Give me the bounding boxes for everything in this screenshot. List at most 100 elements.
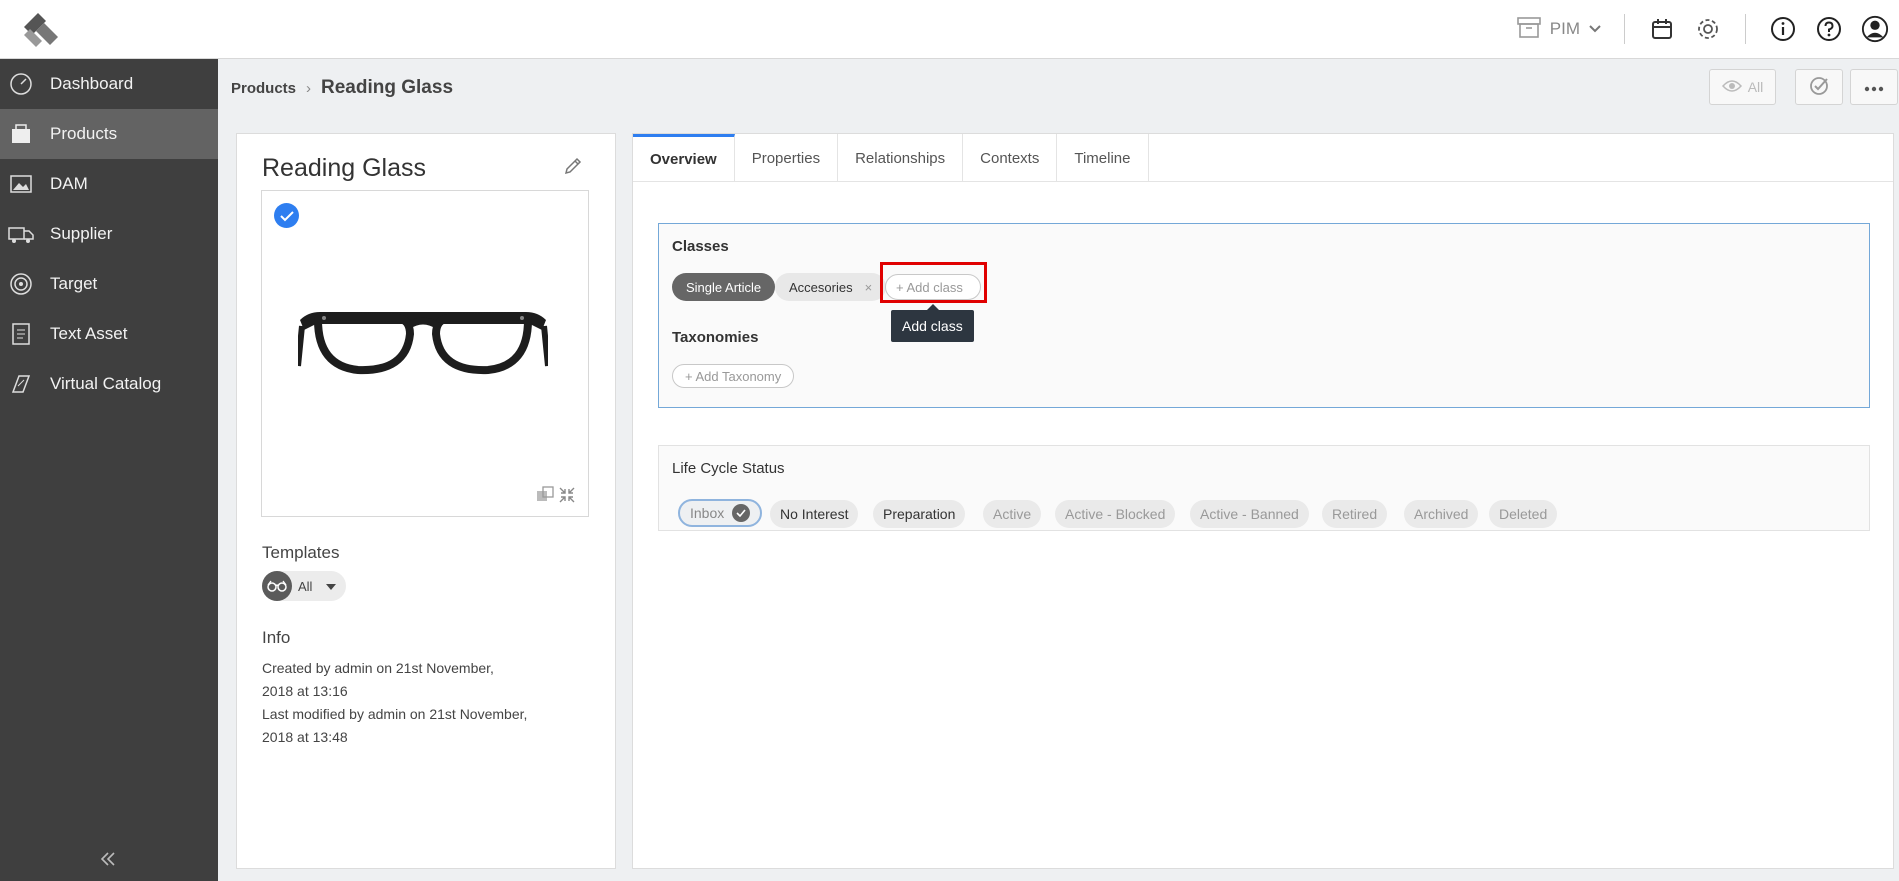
view-filter-label: All (1747, 79, 1764, 95)
product-detail-panel: Overview Properties Relationships Contex… (632, 133, 1894, 869)
lifecycle-status-active[interactable]: Active (983, 500, 1042, 528)
sidebar-item-label: Supplier (50, 224, 113, 243)
lifecycle-status-deleted[interactable]: Deleted (1489, 500, 1558, 528)
lifecycle-status-inbox[interactable]: Inbox (678, 499, 763, 527)
modified-at-line: 2018 at 13:48 (262, 726, 582, 749)
view-filter-button[interactable]: All (1709, 69, 1776, 105)
lifecycle-section: Life Cycle Status Inbox No Interest Prep… (658, 445, 1870, 531)
lifecycle-status-retired[interactable]: Retired (1322, 500, 1388, 528)
info-date: 2018 (262, 729, 294, 745)
app-switcher-label: PIM (1549, 19, 1580, 38)
info-text: on (405, 706, 430, 722)
lifecycle-status-archived[interactable]: Archived (1404, 500, 1479, 528)
tab-bar: Overview Properties Relationships Contex… (633, 134, 1893, 182)
class-chip-label: Accesories (789, 279, 853, 295)
remove-class-icon[interactable]: × (865, 280, 873, 295)
sidebar-item-label: Products (50, 124, 118, 143)
sidebar: Dashboard Products DAM Supplier Target T… (0, 59, 218, 881)
tab-timeline[interactable]: Timeline (1057, 134, 1149, 182)
catalog-icon (8, 371, 34, 397)
sidebar-item-products[interactable]: Products (0, 109, 218, 159)
more-options-button[interactable] (1850, 69, 1898, 105)
lifecycle-status-active-blocked[interactable]: Active - Blocked (1055, 500, 1176, 528)
add-class-highlight (880, 262, 987, 303)
calendar-icon[interactable] (1648, 15, 1676, 43)
collapse-arrows-icon[interactable] (558, 486, 576, 504)
collapse-sidebar-icon[interactable] (94, 845, 122, 873)
user-avatar-icon[interactable] (1861, 15, 1889, 43)
sidebar-item-label: Target (50, 274, 98, 293)
toolbar-divider (1624, 14, 1625, 44)
pencil-edit-icon[interactable] (563, 156, 585, 178)
templates-heading: Templates (262, 543, 340, 562)
app-switcher[interactable]: PIM (1516, 15, 1624, 44)
help-icon[interactable] (1815, 15, 1843, 43)
lifecycle-heading: Life Cycle Status (672, 460, 785, 477)
archive-icon (1516, 15, 1542, 44)
sidebar-item-target[interactable]: Target (0, 259, 218, 309)
lifecycle-status-no-interest[interactable]: No Interest (770, 500, 859, 528)
top-bar: PIM (0, 0, 1899, 59)
info-date: 21st November, (395, 660, 494, 676)
ellipsis-icon (1864, 79, 1884, 95)
breadcrumb: Products › Reading Glass (231, 77, 453, 99)
info-user: admin (367, 706, 406, 722)
check-approve-button[interactable] (1795, 69, 1843, 105)
lifecycle-status-active-banned[interactable]: Active - Banned (1190, 500, 1309, 528)
breadcrumb-separator: › (306, 79, 312, 97)
add-taxonomy-button[interactable]: + Add Taxonomy (672, 364, 795, 388)
tab-contexts[interactable]: Contexts (963, 134, 1058, 182)
template-value: All (298, 578, 313, 594)
caret-down-icon (326, 577, 337, 595)
sidebar-item-supplier[interactable]: Supplier (0, 209, 218, 259)
info-date: 21st November, (429, 706, 528, 722)
class-chip-single-article[interactable]: Single Article (672, 273, 776, 301)
eye-icon (1721, 79, 1742, 96)
info-user: admin (334, 660, 373, 676)
truck-icon (8, 221, 34, 247)
tab-overview[interactable]: Overview (633, 134, 735, 182)
check-circle-icon (732, 504, 751, 522)
sidebar-item-label: Virtual Catalog (50, 374, 162, 393)
tab-relationships[interactable]: Relationships (838, 134, 964, 182)
gear-icon[interactable] (1694, 15, 1722, 43)
app-logo[interactable] (16, 9, 66, 49)
info-icon[interactable] (1769, 15, 1797, 43)
chevron-down-icon (1588, 19, 1602, 39)
document-icon (8, 321, 34, 347)
sidebar-item-virtual-catalog[interactable]: Virtual Catalog (0, 359, 218, 409)
created-by-line: Created by admin on 21st November, (262, 657, 582, 680)
class-chip-accesories[interactable]: Accesories × (775, 273, 887, 301)
sidebar-item-label: DAM (50, 174, 88, 193)
toolbar-divider (1745, 14, 1746, 44)
info-date: 2018 (262, 683, 294, 699)
product-image (298, 311, 548, 375)
created-at-line: 2018 at 13:16 (262, 680, 582, 703)
glasses-icon (262, 571, 292, 601)
info-heading: Info (262, 628, 291, 647)
info-text: Last modified by (262, 706, 368, 722)
sidebar-item-dam[interactable]: DAM (0, 159, 218, 209)
sidebar-item-text-asset[interactable]: Text Asset (0, 309, 218, 359)
tab-properties[interactable]: Properties (735, 134, 839, 182)
swap-image-icon[interactable] (536, 486, 554, 504)
sidebar-item-label: Text Asset (50, 324, 128, 343)
breadcrumb-products-link[interactable]: Products (231, 80, 296, 97)
classes-section: Classes Single Article Accesories × + Ad… (658, 223, 1870, 408)
info-text: Created by (262, 660, 335, 676)
image-icon (8, 171, 34, 197)
info-text: on (372, 660, 396, 676)
lifecycle-status-preparation[interactable]: Preparation (873, 500, 966, 528)
modified-by-line: Last modified by admin on 21st November, (262, 703, 582, 726)
product-image-frame[interactable] (261, 190, 589, 517)
taxonomies-heading: Taxonomies (672, 329, 759, 346)
lifecycle-status-label: Inbox (690, 505, 725, 521)
info-text: at (293, 683, 313, 699)
template-selector[interactable]: All (262, 571, 346, 601)
classes-heading: Classes (672, 238, 729, 255)
add-class-tooltip: Add class (891, 304, 974, 342)
checkmark-icon[interactable] (274, 203, 299, 228)
sidebar-item-dashboard[interactable]: Dashboard (0, 59, 218, 109)
sidebar-item-label: Dashboard (50, 74, 134, 93)
check-badge-icon (1808, 75, 1830, 100)
